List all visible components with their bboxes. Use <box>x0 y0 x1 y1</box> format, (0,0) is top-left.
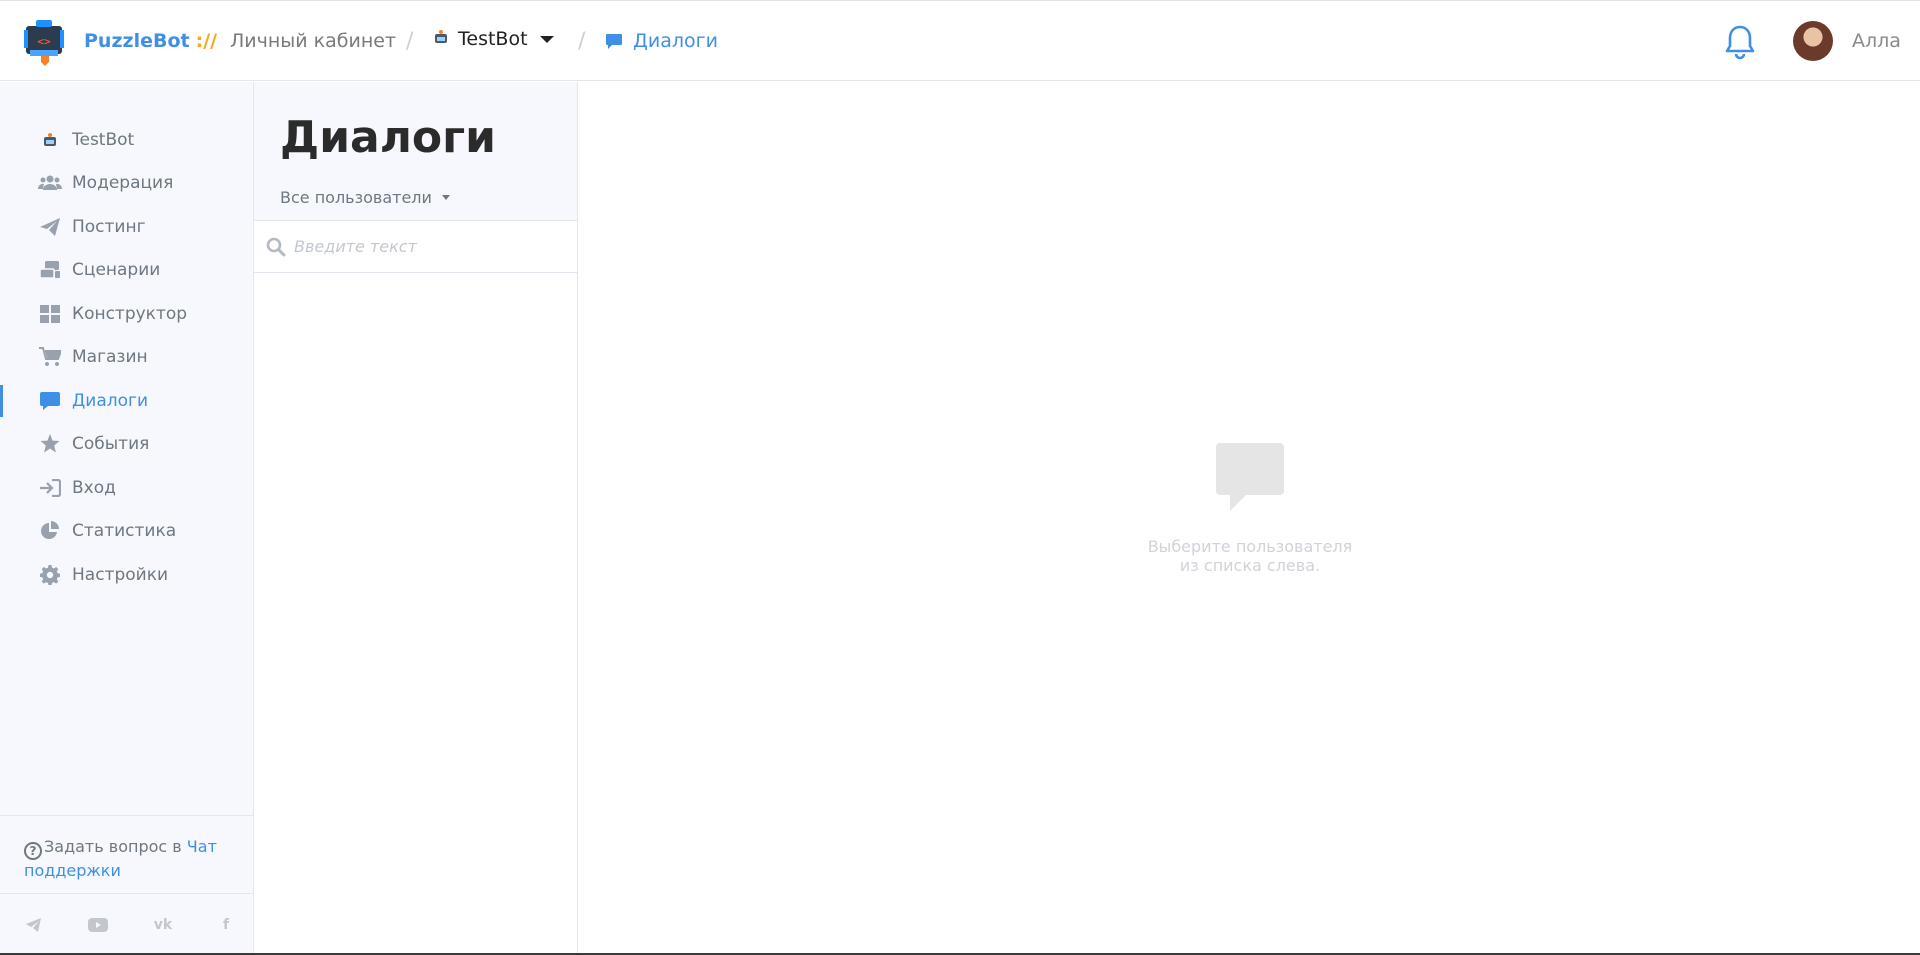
bell-icon[interactable] <box>1724 24 1756 60</box>
sign-in-icon <box>38 477 62 499</box>
dialogs-list-panel: Диалоги Все пользователи <box>254 82 578 953</box>
chat-icon <box>1216 443 1284 511</box>
search-bar <box>254 221 577 273</box>
sidebar-item-label: Сценарии <box>72 260 161 281</box>
sidebar-item-label: Конструктор <box>72 303 188 324</box>
user-name[interactable]: Алла <box>1852 30 1901 52</box>
sidebar-item-dialogs[interactable]: Диалоги <box>0 379 253 423</box>
sidebar-item-settings[interactable]: Настройки <box>0 553 253 597</box>
sidebar-item-label: Статистика <box>72 521 177 542</box>
breadcrumb-cabinet[interactable]: Личный кабинет <box>230 30 396 52</box>
user-filter-label: Все пользователи <box>280 188 432 207</box>
chat-icon <box>38 390 62 412</box>
paper-plane-icon <box>38 216 62 238</box>
empty-state: Выберите пользователя из списка слева. <box>1100 441 1400 575</box>
empty-state-line-1: Выберите пользователя <box>1147 537 1353 556</box>
sidebar-item-label: Диалоги <box>72 390 148 411</box>
user-filter-dropdown[interactable]: Все пользователи <box>280 188 450 207</box>
puzzlebot-logo[interactable]: <> <box>24 20 64 66</box>
star-icon <box>38 433 62 455</box>
gear-icon <box>38 564 62 586</box>
sidebar-item-events[interactable]: События <box>0 423 253 467</box>
sidebar-item-shop[interactable]: Магазин <box>0 336 253 380</box>
cart-icon <box>38 346 62 368</box>
sidebar-item-statistics[interactable]: Статистика <box>0 510 253 554</box>
chevron-down-icon <box>441 195 450 200</box>
sidebar-item-scenarios[interactable]: Сценарии <box>0 249 253 293</box>
top-header: <> PuzzleBot:// Личный кабинет / TestBot… <box>0 2 1920 81</box>
bot-name: TestBot <box>458 28 528 50</box>
sidebar-item-moderation[interactable]: Модерация <box>0 162 253 206</box>
sidebar-item-testbot[interactable]: TestBot <box>0 118 253 162</box>
page-title: Диалоги <box>280 112 496 163</box>
svg-text:<>: <> <box>37 35 51 48</box>
sidebar-item-label: Модерация <box>72 173 174 194</box>
sidebar-item-label: Настройки <box>72 564 169 585</box>
empty-state-line-2: из списка слева. <box>1179 556 1321 575</box>
users-icon <box>38 172 62 194</box>
bot-selector[interactable]: TestBot <box>432 28 554 50</box>
brand-text: PuzzleBot <box>84 30 190 52</box>
breadcrumb-divider: / <box>406 29 414 54</box>
support-chat-link[interactable]: Чат <box>187 837 217 856</box>
brand-name[interactable]: PuzzleBot:// <box>84 30 217 52</box>
pie-chart-icon <box>38 520 62 542</box>
sidebar-item-posting[interactable]: Постинг <box>0 205 253 249</box>
sidebar-item-login[interactable]: Вход <box>0 466 253 510</box>
sidebar-item-constructor[interactable]: Конструктор <box>0 292 253 336</box>
dialogs-header: Диалоги Все пользователи <box>254 82 577 221</box>
grid-icon <box>38 303 62 325</box>
search-icon <box>266 237 286 256</box>
sidebar: TestBot Модерация Постинг Сценарии Конст… <box>0 82 254 953</box>
support-block: ? Задать вопрос в Чат поддержки <box>0 815 253 881</box>
sidebar-item-label: TestBot <box>72 129 135 150</box>
breadcrumb-divider: / <box>578 29 586 54</box>
scenarios-icon <box>38 259 62 281</box>
bot-icon <box>38 129 62 151</box>
app-window: <> PuzzleBot:// Личный кабинет / TestBot… <box>0 0 1920 955</box>
brand-separator: :// <box>195 30 218 52</box>
question-icon: ? <box>24 842 42 860</box>
search-input[interactable] <box>294 237 564 256</box>
social-links: vk f <box>0 893 253 953</box>
avatar[interactable] <box>1793 21 1833 61</box>
breadcrumb-dialogs-label: Диалоги <box>633 30 718 52</box>
sidebar-item-label: События <box>72 434 150 455</box>
telegram-icon[interactable] <box>24 916 44 934</box>
facebook-icon[interactable]: f <box>216 916 236 934</box>
breadcrumb-dialogs[interactable]: Диалоги <box>605 30 718 52</box>
empty-state-text: Выберите пользователя из списка слева. <box>1100 537 1400 575</box>
chat-icon <box>606 34 622 49</box>
sidebar-item-label: Вход <box>72 477 116 498</box>
vk-icon[interactable]: vk <box>153 916 173 934</box>
sidebar-nav: TestBot Модерация Постинг Сценарии Конст… <box>0 118 253 597</box>
support-text: Задать вопрос в <box>44 837 182 856</box>
sidebar-item-label: Магазин <box>72 347 148 368</box>
sidebar-item-label: Постинг <box>72 216 146 237</box>
support-chat-link-cont[interactable]: поддержки <box>24 861 121 880</box>
youtube-icon[interactable] <box>88 916 108 934</box>
chevron-down-icon <box>539 35 554 43</box>
bot-icon <box>432 29 450 49</box>
